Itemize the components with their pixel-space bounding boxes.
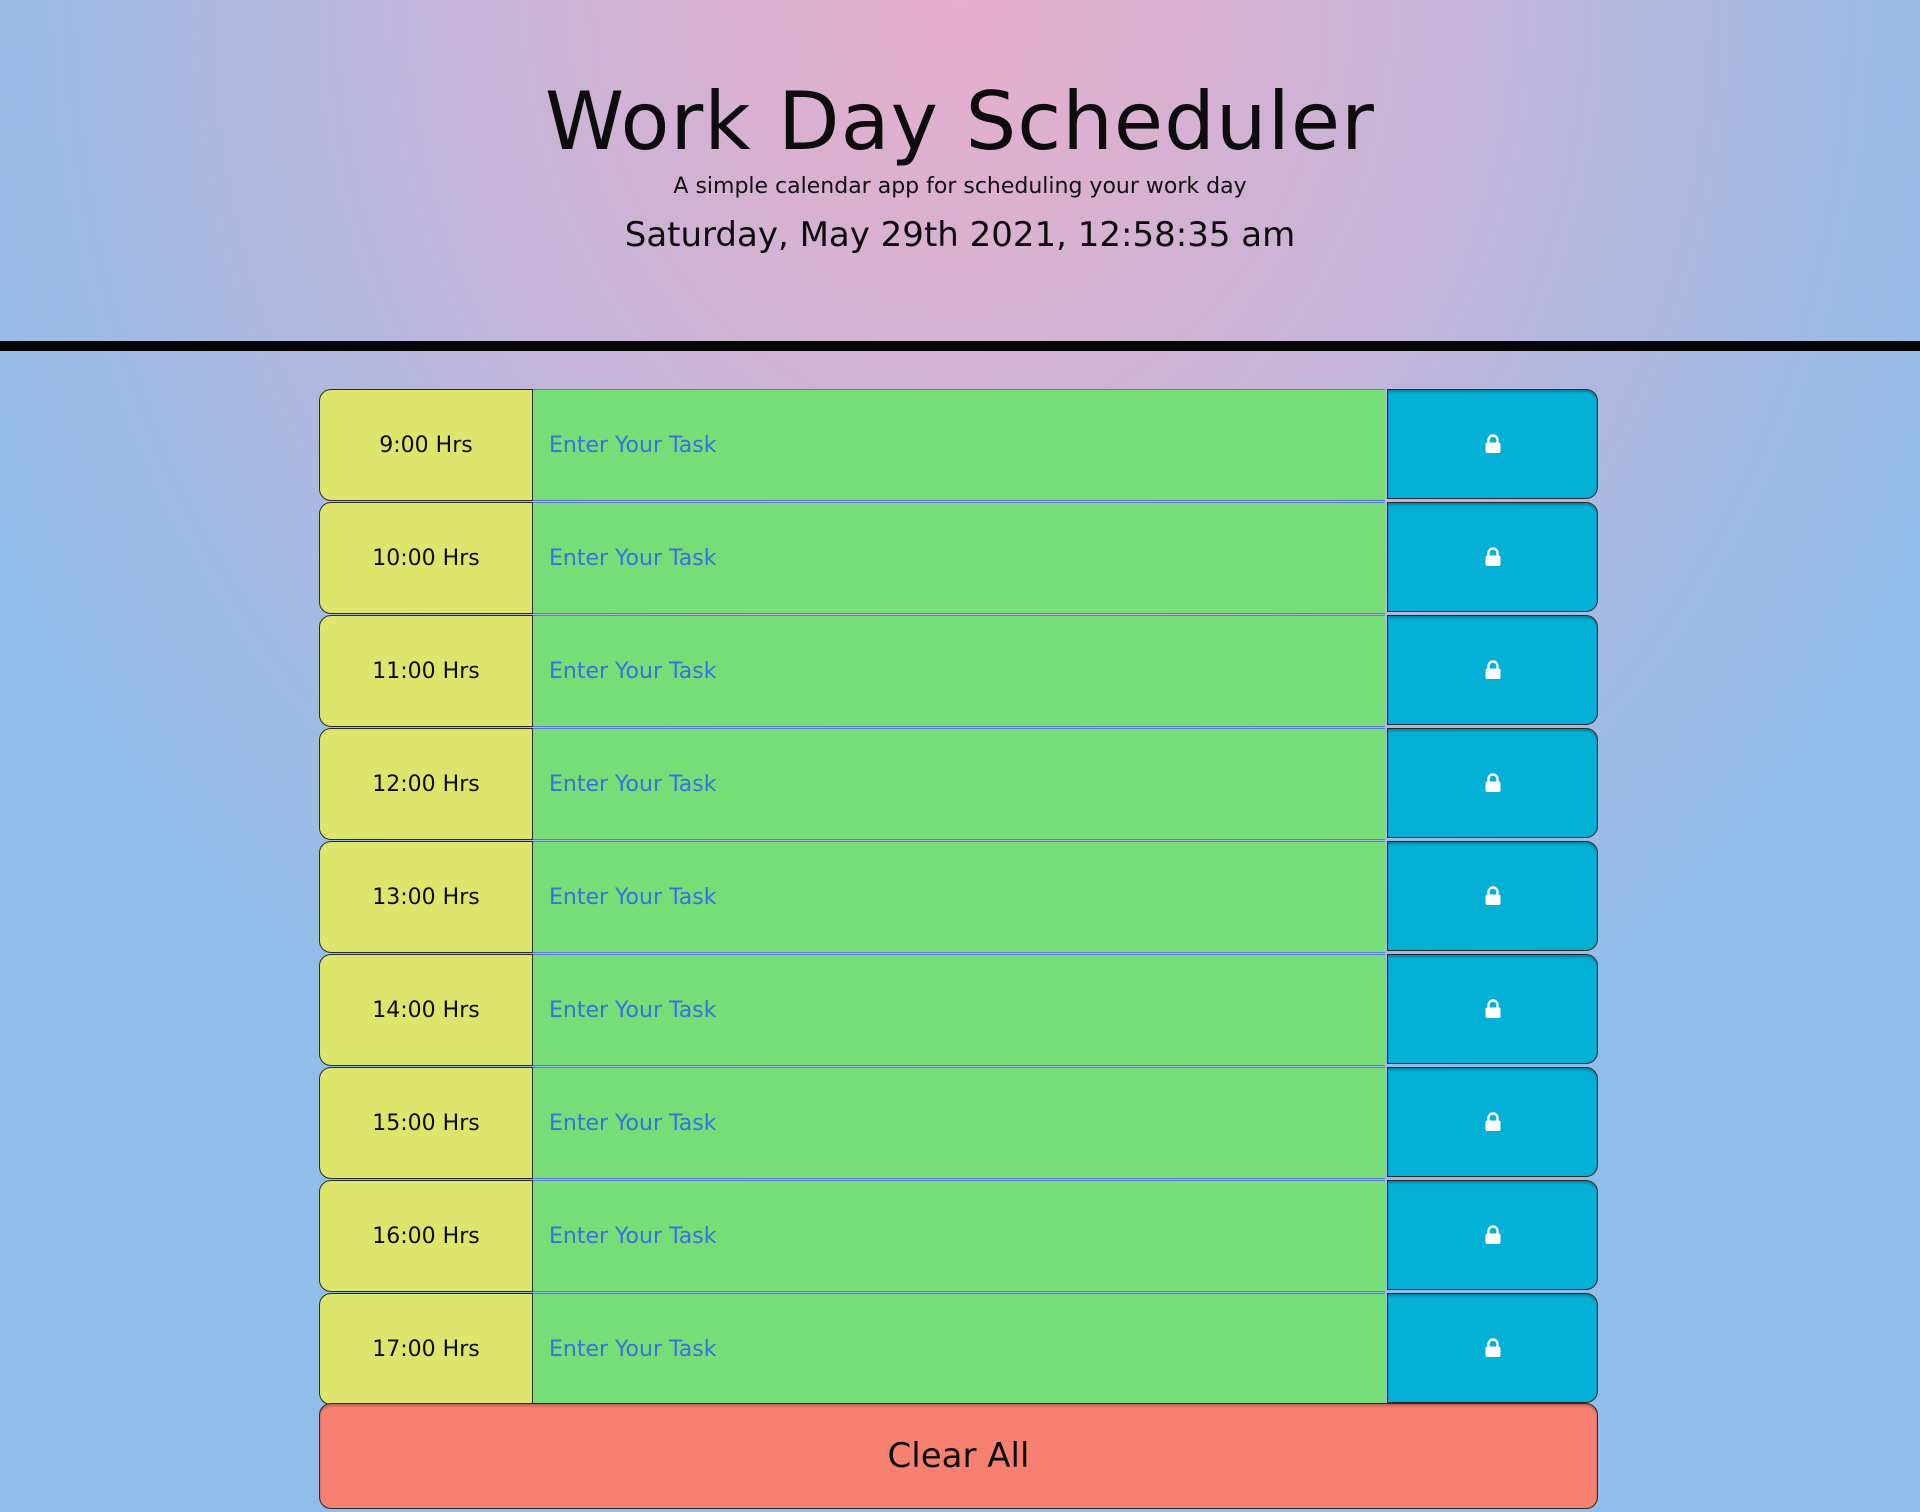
- task-field-wrapper: [533, 1180, 1385, 1292]
- task-input[interactable]: [533, 842, 1385, 952]
- lock-icon: [1485, 1338, 1500, 1357]
- time-block-row: 12:00 Hrs: [319, 728, 1600, 840]
- time-block-row: 14:00 Hrs: [319, 954, 1600, 1066]
- lock-icon: [1485, 660, 1500, 679]
- lock-icon: [1485, 1112, 1500, 1131]
- task-input[interactable]: [533, 955, 1385, 1065]
- lock-icon: [1485, 1225, 1500, 1244]
- page-header: Work Day Scheduler A simple calendar app…: [0, 0, 1920, 342]
- page-subtitle: A simple calendar app for scheduling you…: [673, 174, 1247, 199]
- time-block-row: 9:00 Hrs: [319, 389, 1600, 501]
- task-field-wrapper: [533, 615, 1385, 727]
- task-field-wrapper: [533, 1067, 1385, 1179]
- task-input[interactable]: [533, 1181, 1385, 1291]
- task-field-wrapper: [533, 389, 1385, 501]
- save-button[interactable]: [1387, 615, 1598, 725]
- hour-label: 13:00 Hrs: [319, 841, 533, 953]
- task-input[interactable]: [533, 729, 1385, 839]
- time-block-row: 11:00 Hrs: [319, 615, 1600, 727]
- task-field-wrapper: [533, 728, 1385, 840]
- hour-label: 10:00 Hrs: [319, 502, 533, 614]
- save-button[interactable]: [1387, 389, 1598, 499]
- task-input[interactable]: [533, 503, 1385, 613]
- hour-label: 14:00 Hrs: [319, 954, 533, 1066]
- current-datetime: Saturday, May 29th 2021, 12:58:35 am: [624, 215, 1296, 255]
- scheduler-container: 9:00 Hrs10:00 Hrs11:00 Hrs12:00 Hrs13:00…: [319, 389, 1600, 1406]
- hour-label: 15:00 Hrs: [319, 1067, 533, 1179]
- time-block-row: 13:00 Hrs: [319, 841, 1600, 953]
- task-input[interactable]: [533, 390, 1385, 500]
- task-field-wrapper: [533, 954, 1385, 1066]
- save-button[interactable]: [1387, 1067, 1598, 1177]
- hour-label: 11:00 Hrs: [319, 615, 533, 727]
- time-block-row: 17:00 Hrs: [319, 1293, 1600, 1405]
- task-field-wrapper: [533, 841, 1385, 953]
- hour-label: 9:00 Hrs: [319, 389, 533, 501]
- save-button[interactable]: [1387, 954, 1598, 1064]
- header-divider: [0, 341, 1920, 351]
- lock-icon: [1485, 434, 1500, 453]
- time-block-row: 10:00 Hrs: [319, 502, 1600, 614]
- task-field-wrapper: [533, 1293, 1385, 1405]
- hour-label: 16:00 Hrs: [319, 1180, 533, 1292]
- lock-icon: [1485, 999, 1500, 1018]
- save-button[interactable]: [1387, 1180, 1598, 1290]
- task-input[interactable]: [533, 1068, 1385, 1178]
- clear-all-button[interactable]: Clear All: [319, 1403, 1598, 1509]
- lock-icon: [1485, 773, 1500, 792]
- save-button[interactable]: [1387, 728, 1598, 838]
- time-block-row: 15:00 Hrs: [319, 1067, 1600, 1179]
- hour-label: 17:00 Hrs: [319, 1293, 533, 1405]
- lock-icon: [1485, 547, 1500, 566]
- lock-icon: [1485, 886, 1500, 905]
- save-button[interactable]: [1387, 1293, 1598, 1403]
- hour-label: 12:00 Hrs: [319, 728, 533, 840]
- save-button[interactable]: [1387, 502, 1598, 612]
- task-input[interactable]: [533, 616, 1385, 726]
- time-block-row: 16:00 Hrs: [319, 1180, 1600, 1292]
- save-button[interactable]: [1387, 841, 1598, 951]
- page-title: Work Day Scheduler: [545, 75, 1375, 168]
- task-field-wrapper: [533, 502, 1385, 614]
- task-input[interactable]: [533, 1294, 1385, 1404]
